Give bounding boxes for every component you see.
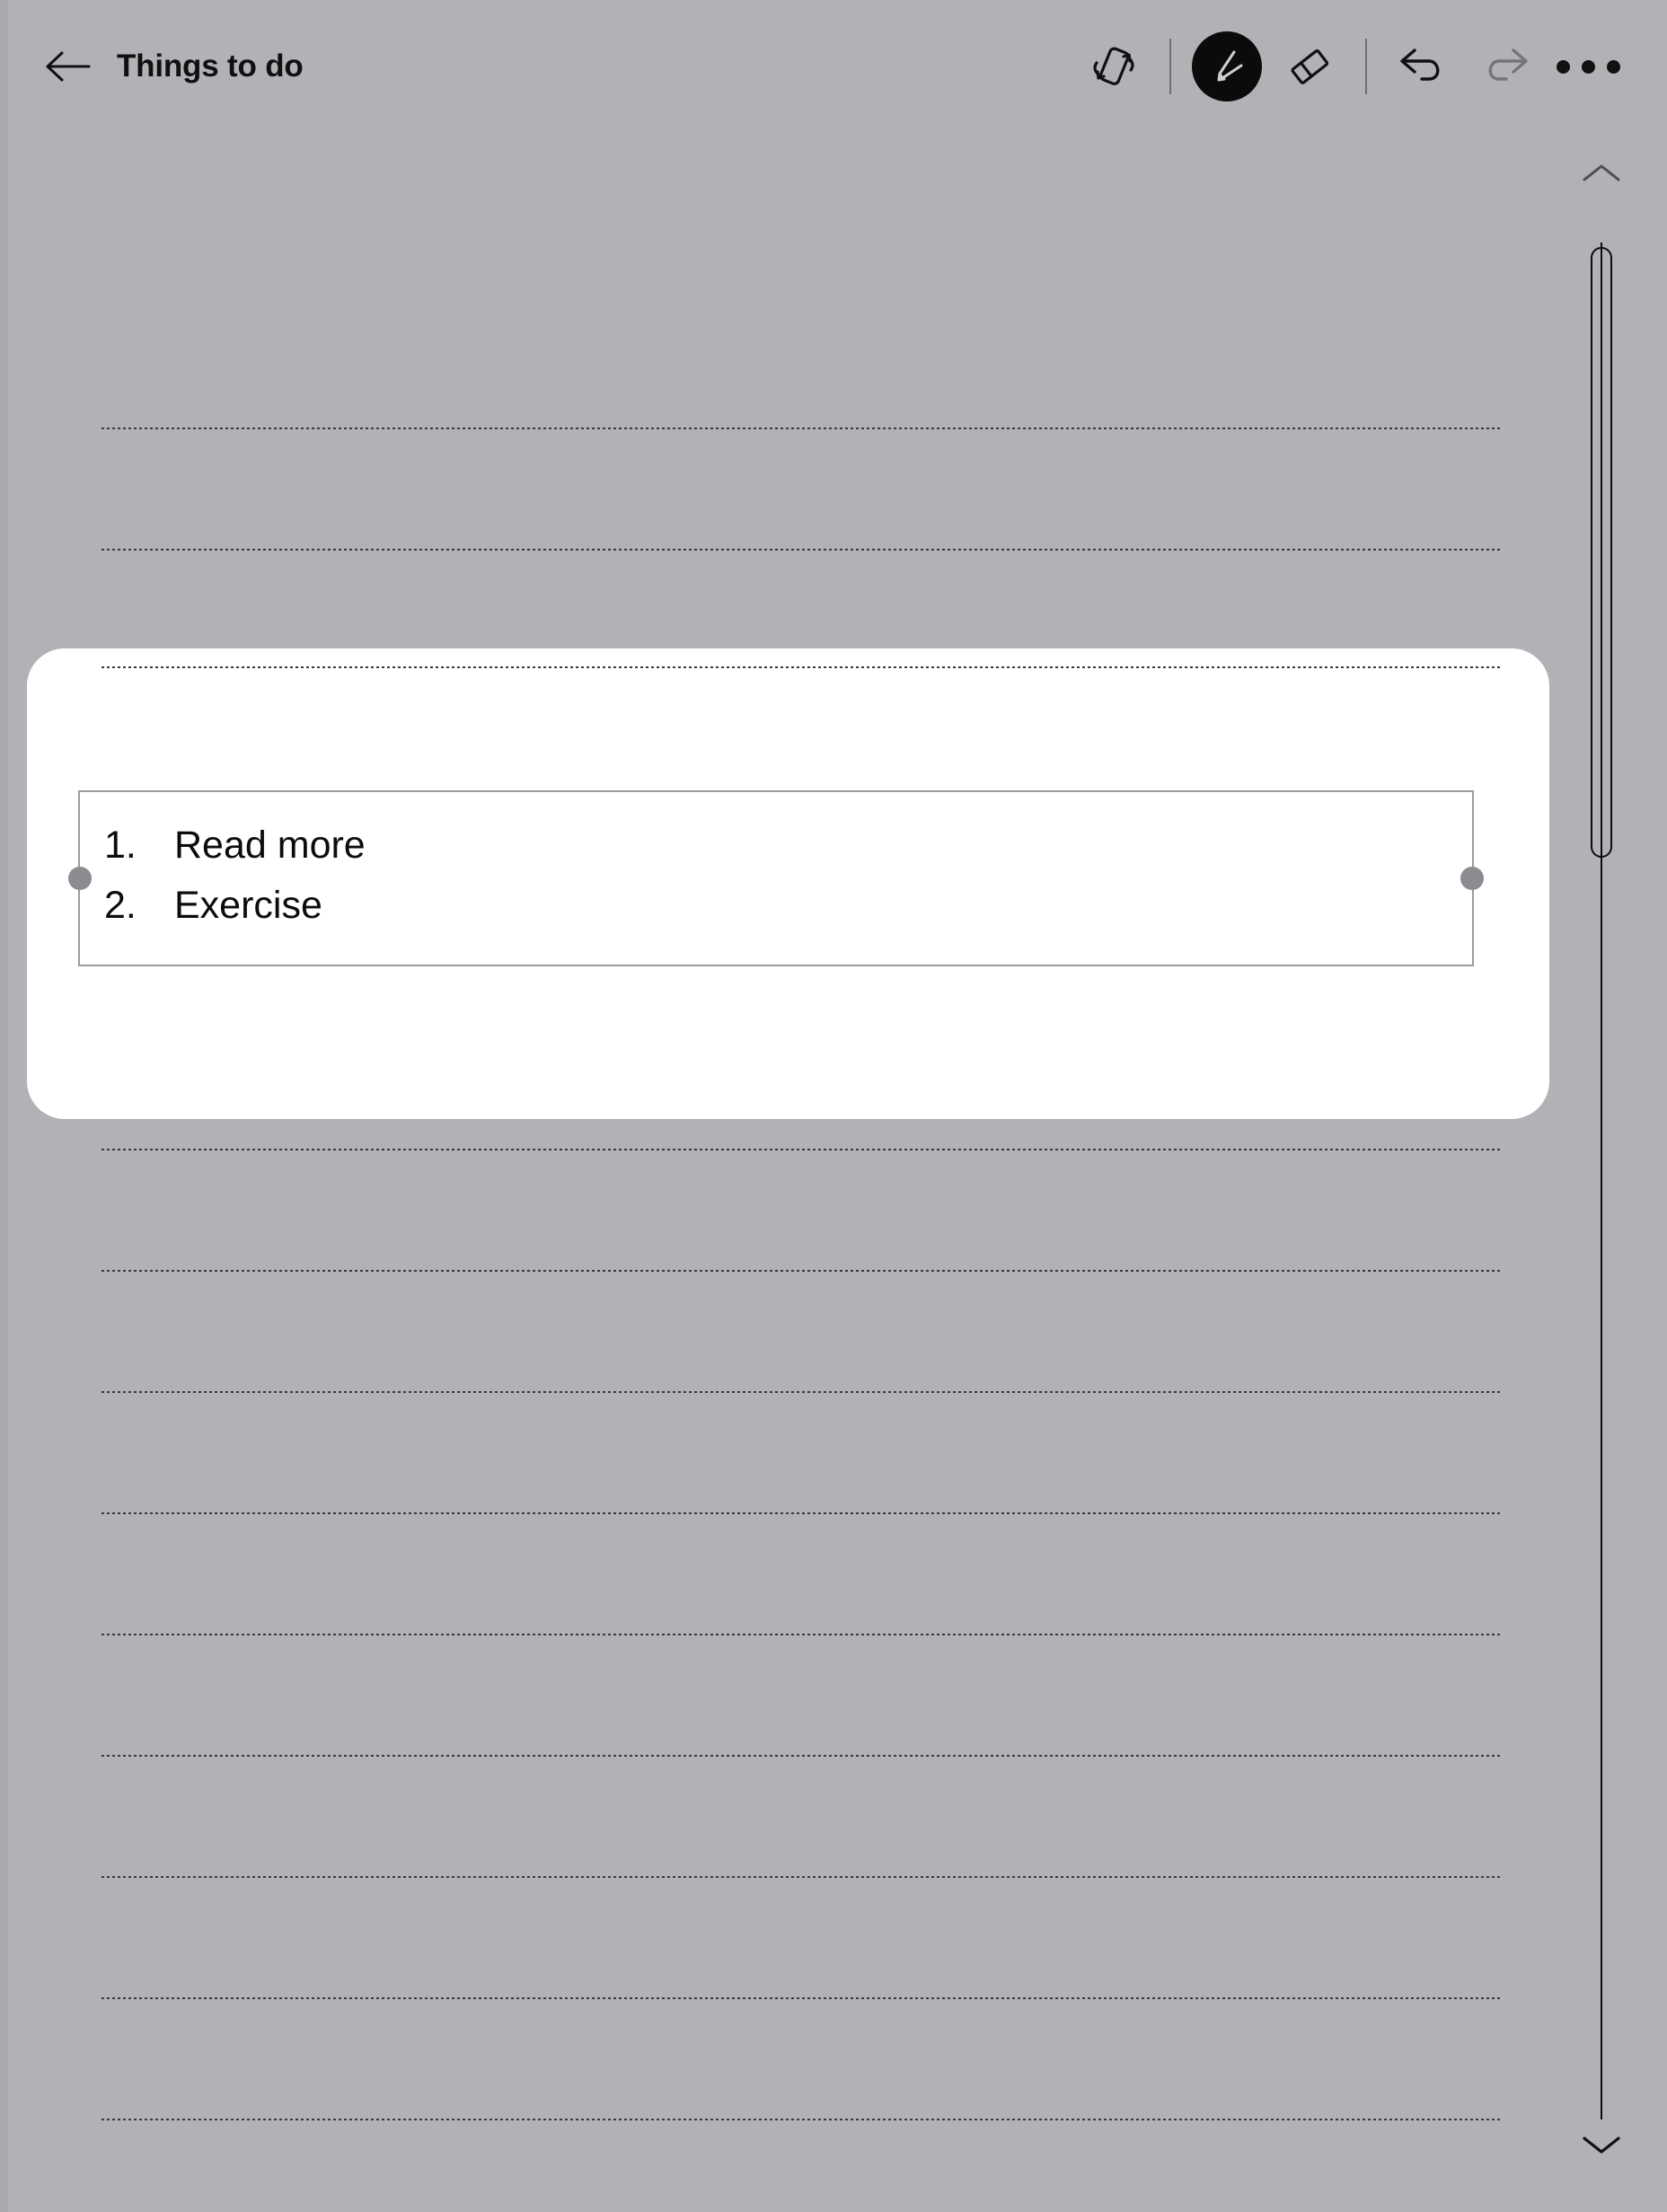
rotate-screen-icon [1093,47,1134,85]
left-resize-handle[interactable] [68,867,92,890]
pen-icon [1217,50,1243,82]
toolbar-left-group: Things to do [41,40,304,93]
rule-line [101,1755,1503,1757]
rotate-screen-button[interactable] [1072,25,1155,108]
rule-line [101,2119,1503,2120]
vertical-scrollbar[interactable] [1536,133,1667,2212]
chevron-down-icon [1583,2137,1620,2154]
rule-line [101,1512,1503,1514]
undo-button[interactable] [1381,25,1464,108]
rule-line [101,1997,1503,1999]
rule-line [101,549,1503,551]
top-toolbar: Things to do [0,0,1667,133]
rule-line [101,1270,1503,1272]
redo-button[interactable] [1464,25,1547,108]
pen-selected-indicator [1192,31,1262,101]
rule-line [101,427,1503,429]
list-item[interactable]: 2. Exercise [104,886,1472,925]
scrollbar-thumb[interactable] [1591,247,1612,858]
textbox-content: 1. Read more 2. Exercise [80,792,1472,925]
more-options-button[interactable] [1547,25,1629,108]
eraser-icon [1291,49,1329,84]
selected-textbox[interactable]: 1. Read more 2. Exercise [68,790,1484,966]
right-resize-handle[interactable] [1460,867,1484,890]
toolbar-divider-1 [1169,39,1171,94]
scroll-up-button[interactable] [1536,142,1667,205]
toolbar-right-group [1072,25,1629,108]
list-item-number: 1. [104,824,137,867]
list-item-text: Read more [174,824,366,867]
note-page[interactable] [0,133,1667,2212]
list-item-text: Exercise [174,884,322,927]
rule-line [101,1391,1503,1393]
toolbar-divider-2 [1365,39,1367,94]
card-rule-line [101,666,1503,668]
more-dots-icon [1556,59,1620,74]
back-arrow-icon [46,51,91,82]
scroll-down-button[interactable] [1536,2113,1667,2176]
left-edge-strip [0,0,8,2212]
page-title: Things to do [117,48,304,84]
rule-line [101,1634,1503,1635]
redo-icon [1488,48,1528,81]
eraser-button[interactable] [1268,25,1351,108]
pen-button[interactable] [1186,25,1268,108]
list-item[interactable]: 1. Read more [104,826,1472,865]
rule-line [101,1149,1503,1150]
list-item-number: 2. [104,884,137,927]
rule-line [101,1876,1503,1878]
undo-icon [1400,48,1440,81]
text-edit-card: 1. Read more 2. Exercise [27,648,1549,1119]
back-button[interactable] [41,40,93,93]
chevron-up-icon [1583,164,1620,181]
